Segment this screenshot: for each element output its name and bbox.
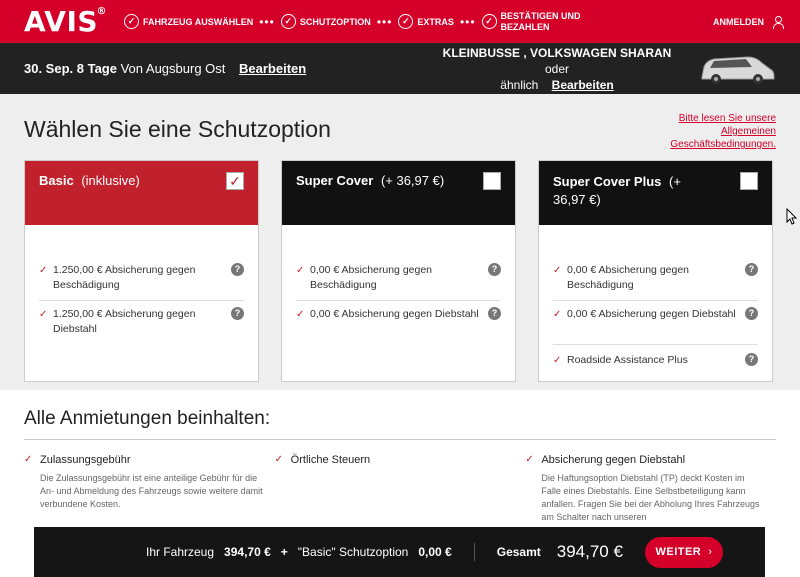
protection-label: "Basic" Schutzoption [297,545,409,559]
total-value: 394,70 € [556,542,623,561]
check-icon: ✓ [24,454,33,465]
car-name: KLEINBUSSE , VOLKSWAGEN SHARAN [442,45,672,60]
step-confirm-pay[interactable]: ✓ BESTÄTIGEN UND BEZAHLEN [481,11,581,33]
card-basic[interactable]: Basic (inklusive) ✓ ✓ 1.250,00 € Absiche… [24,160,259,382]
check-icon: ✓ [553,265,562,276]
help-icon[interactable]: ? [745,307,758,320]
help-icon[interactable]: ? [488,307,501,320]
feature-item: ✓ 0,00 € Absicherung gegen Diebstahl ? [553,301,758,345]
terms-link[interactable]: Bitte lesen Sie unsere Allgemeinen Gesch… [636,112,776,151]
price-summary-bar: Ihr Fahrzeug 394,70 € + "Basic" Schutzop… [34,527,765,577]
car-info: KLEINBUSSE , VOLKSWAGEN SHARAN oder ähnl… [442,45,672,92]
check-icon: ✓ [553,355,562,366]
feature-item: ✓ 0,00 € Absicherung gegen Beschädigung … [296,257,501,301]
trip-summary-bar: 30. Sep. 8 Tage Von Augsburg Ost Bearbei… [0,43,800,94]
inclusion-item: ✓ Örtliche Steuern [274,454,371,466]
inclusions-section: Alle Anmietungen beinhalten: ✓ Zulassungs… [0,408,800,524]
option-price-cont: 36,97 €) [553,192,601,207]
page-title: Wählen Sie eine Schutzoption [24,116,331,142]
mouse-cursor-icon [786,208,798,225]
check-icon: ✓ [296,309,305,320]
option-checkbox-checked[interactable]: ✓ [226,172,244,190]
card-header[interactable]: Basic (inklusive) ✓ [25,161,258,225]
help-icon[interactable]: ? [231,307,244,320]
step-vehicle[interactable]: ✓ FAHRZEUG AUSWÄHLEN [124,14,253,29]
inclusions-title: Alle Anmietungen beinhalten: [24,408,776,440]
step-extras[interactable]: ✓ EXTRAS [398,14,454,29]
card-header[interactable]: Super Cover Plus (+ 36,97 €) [539,161,772,225]
help-icon[interactable]: ? [231,263,244,276]
check-circle-icon: ✓ [481,14,497,29]
check-icon: ✓ [39,265,48,276]
trip-info: 30. Sep. 8 Tage Von Augsburg Ost Bearbei… [24,61,432,76]
edit-trip-link[interactable]: Bearbeiten [239,61,306,76]
vehicle-label: Ihr Fahrzeug [146,545,215,559]
option-name: Super Cover Plus [553,174,662,189]
help-icon[interactable]: ? [745,263,758,276]
check-circle-icon: ✓ [280,14,296,29]
next-button[interactable]: WEITER › [644,536,723,568]
inclusion-item: ✓ Absicherung gegen Diebstahl Die Haftung… [525,454,760,522]
check-icon: ✓ [274,454,284,465]
login-button[interactable]: ANMELDEN [713,15,784,29]
help-icon[interactable]: ? [745,353,758,366]
check-icon: ✓ [553,309,562,320]
step-separator: ••• [259,14,275,29]
feature-item: ✓ Roadside Assistance Plus ? [553,345,758,379]
option-name: Basic [39,173,74,188]
feature-item: ✓ 1.250,00 € Absicherung gegen Beschädig… [39,257,244,301]
check-circle-icon: ✓ [124,14,140,29]
feature-item: ✓ 0,00 € Absicherung gegen Beschädigung … [553,257,758,301]
card-super-cover[interactable]: Super Cover (+ 36,97 €) ✓ 0,00 € Absiche… [281,160,516,382]
avis-logo[interactable]: AVIS ® [24,5,107,38]
check-icon: ✓ [296,265,305,276]
divider [473,543,475,561]
trip-dates: 30. Sep. 8 Tage [24,61,117,76]
user-icon [772,15,784,29]
top-navigation-bar: AVIS ® ✓ FAHRZEUG AUSWÄHLEN ••• ✓ SCHUTZO… [0,0,800,43]
vehicle-price: 394,70 € [224,545,271,559]
check-circle-icon: ✓ [398,14,414,29]
protection-price: 0,00 € [418,545,452,559]
option-name: Super Cover [296,173,374,188]
feature-item: ✓ 1.250,00 € Absicherung gegen Diebstahl… [39,301,244,345]
trip-location: Von Augsburg Ost [120,61,226,76]
inclusion-item: ✓ Zulassungsgebühr Die Zulassungsgebühr i… [24,454,263,509]
help-icon[interactable]: ? [488,263,501,276]
total-label: Gesamt [496,545,541,559]
edit-car-link[interactable]: Bearbeiten [552,78,614,92]
check-icon: ✓ [39,309,48,320]
feature-item: ✓ 0,00 € Absicherung gegen Diebstahl ? [296,301,501,345]
check-icon: ✓ [525,454,534,465]
step-separator: ••• [376,14,393,29]
option-checkbox[interactable] [483,172,501,190]
car-image [696,49,776,89]
option-price: (inklusive) [81,173,140,188]
plus-sign: + [280,545,288,559]
option-price: (+ [669,174,681,189]
step-protection[interactable]: ✓ SCHUTZOPTION [280,14,371,29]
step-separator: ••• [459,14,476,29]
chevron-right-icon: › [708,546,713,558]
protection-cards: Basic (inklusive) ✓ ✓ 1.250,00 € Absiche… [24,160,795,382]
card-super-cover-plus[interactable]: Super Cover Plus (+ 36,97 €) ✓ 0,00 € Ab… [538,160,773,382]
option-price: (+ 36,97 €) [380,173,445,188]
option-checkbox[interactable] [740,172,758,190]
protection-options-section: Wählen Sie eine Schutzoption Bitte lesen… [0,94,800,390]
card-header[interactable]: Super Cover (+ 36,97 €) [282,161,515,225]
booking-steps: ✓ FAHRZEUG AUSWÄHLEN ••• ✓ SCHUTZOPTION … [124,11,713,33]
